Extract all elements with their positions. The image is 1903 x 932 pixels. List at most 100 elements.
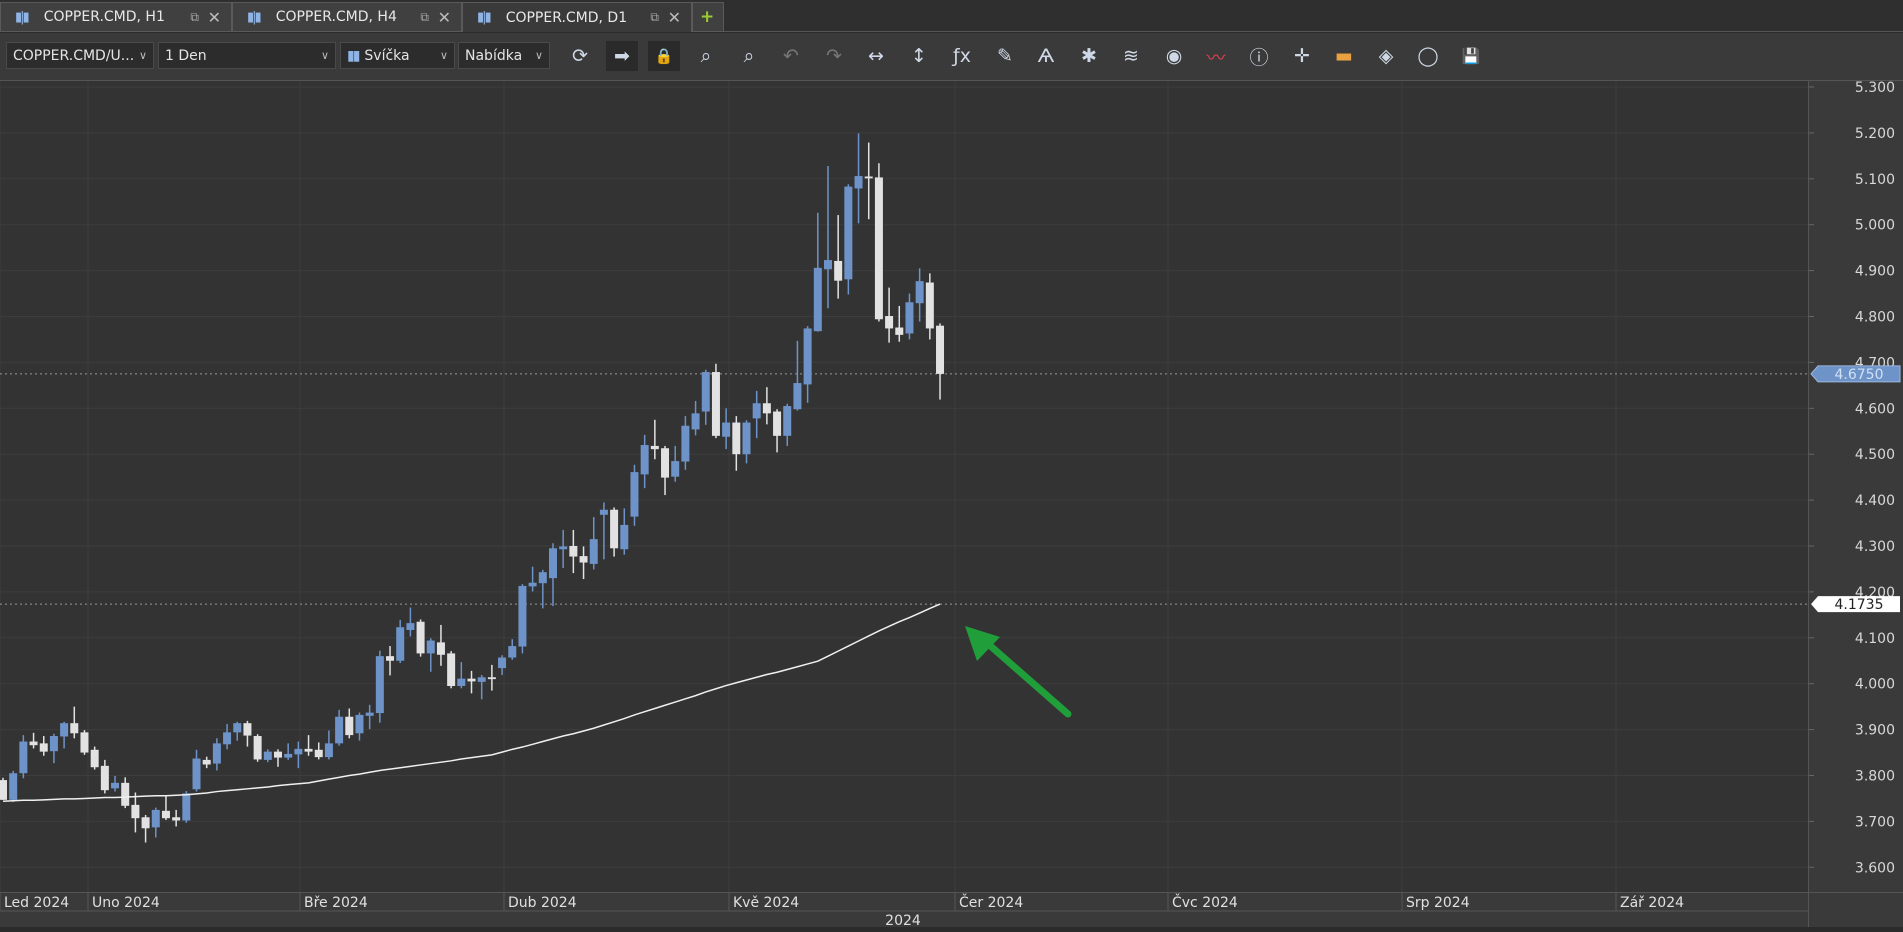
info-icon[interactable]: ⓘ [1243, 41, 1275, 71]
candle [386, 646, 395, 676]
zoom-out-icon[interactable]: ⌕ [733, 41, 765, 71]
candle-body [39, 743, 48, 752]
candle-body [111, 782, 120, 789]
candle [620, 508, 629, 555]
indicators-fx-icon[interactable]: ƒx [946, 41, 978, 71]
period-value: 1 Den [165, 47, 207, 64]
eye-icon[interactable]: ◉ [1158, 41, 1190, 71]
save-icon[interactable]: 💾 [1455, 41, 1487, 71]
candle-body [90, 749, 99, 768]
popout-icon[interactable]: ⧉ [650, 10, 659, 25]
new-chart-tab-button[interactable]: + [692, 2, 724, 32]
candle-body [60, 723, 69, 737]
candle [762, 387, 771, 425]
candle [610, 507, 619, 557]
price-tick-label: 3.600 [1855, 860, 1895, 876]
date-axis[interactable]: Led 2024 Uno 2024 Bře 2024 Dub 2024 Kvě 2024… [0, 892, 1808, 929]
candle-body [793, 383, 802, 410]
candle [151, 807, 160, 838]
instrument-value: COPPER.CMD/U... [13, 47, 135, 64]
candle-body [233, 723, 242, 733]
chevron-down-icon: ∨ [439, 49, 448, 62]
pencil-icon[interactable]: ✎ [989, 41, 1021, 71]
price-side-select[interactable]: Nabídka ∨ [458, 42, 550, 69]
alert-icon[interactable]: 〰 [1200, 41, 1232, 71]
ma-value: 4.1735 [1835, 597, 1884, 613]
compass-icon[interactable]: Ѧ [1030, 41, 1062, 71]
vertical-resize-icon[interactable]: ↕ [903, 41, 935, 71]
candle-body [579, 556, 588, 563]
candle [243, 720, 252, 747]
candle-body [100, 765, 109, 791]
tab-copper-d1[interactable]: ▮|▮ COPPER.CMD, D1 ⧉ ✕ [462, 2, 692, 32]
candle-body [936, 325, 945, 374]
candle [121, 777, 130, 809]
candle-body [141, 817, 150, 829]
tab-copper-h1[interactable]: ▮|▮ COPPER.CMD, H1 ⧉ ✕ [0, 2, 232, 32]
candle [732, 416, 741, 471]
candle [640, 434, 649, 489]
period-select[interactable]: 1 Den ∨ [158, 42, 336, 69]
candle [223, 724, 232, 750]
candle-body [263, 751, 272, 760]
close-icon[interactable]: ✕ [438, 8, 451, 27]
chart-area[interactable] [0, 81, 1808, 892]
close-icon[interactable]: ✕ [668, 8, 681, 27]
candle-body [131, 804, 140, 819]
annotation-arrow-head [965, 626, 1000, 661]
candles-icon: ▮|▮ [15, 9, 30, 25]
crosshair-icon[interactable]: ✛ [1286, 41, 1318, 71]
candle-body [80, 732, 89, 753]
lock-icon[interactable]: 🔒 [648, 41, 680, 71]
refresh-circle-icon[interactable]: ◯ [1412, 41, 1444, 71]
price-tick-label: 5.100 [1855, 172, 1895, 188]
horizontal-resize-icon[interactable]: ↔ [860, 41, 892, 71]
candle-body [813, 267, 822, 332]
candle-body [538, 572, 547, 584]
candle-body [355, 714, 364, 734]
candle [650, 419, 659, 460]
redo-icon[interactable]: ↷ [818, 41, 850, 71]
color-bar-icon[interactable]: ▬ [1328, 41, 1360, 71]
chart-type-select[interactable]: ▮▮ Svíčka ∨ [340, 42, 455, 69]
shift-chart-icon[interactable]: ➡ [606, 41, 638, 71]
paint-bucket-icon[interactable]: ◈ [1370, 41, 1402, 71]
date-tick-label: Dub 2024 [508, 895, 577, 911]
candle [579, 546, 588, 580]
close-icon[interactable]: ✕ [208, 8, 221, 27]
candle-body [457, 678, 466, 686]
candle [416, 619, 425, 657]
candle [90, 746, 99, 770]
date-tick-label: Srp 2024 [1406, 895, 1470, 911]
tab-copper-h4[interactable]: ▮|▮ COPPER.CMD, H4 ⧉ ✕ [232, 2, 462, 32]
candle-body [925, 282, 934, 329]
zoom-in-icon[interactable]: ⌕ [690, 41, 722, 71]
network-icon[interactable]: ✱ [1073, 41, 1105, 71]
undo-icon[interactable]: ↶ [775, 41, 807, 71]
candlestick-chart[interactable] [0, 81, 1808, 892]
price-axis[interactable]: 5.300 5.200 5.100 5.000 4.900 4.800 4.700 4.600… [1808, 80, 1903, 892]
candle-body [589, 539, 598, 564]
popout-icon[interactable]: ⧉ [190, 10, 199, 25]
price-tick-label: 4.500 [1855, 447, 1895, 463]
candle-body [273, 751, 282, 758]
moving-average-line [2, 603, 941, 802]
refresh-icon[interactable]: ⟳ [564, 41, 596, 71]
instrument-select[interactable]: COPPER.CMD/U... ∨ [6, 42, 154, 69]
chevron-down-icon: ∨ [534, 49, 543, 62]
candle-body [508, 646, 517, 658]
price-tick-label: 3.800 [1855, 769, 1895, 785]
price-tick-label: 3.900 [1855, 723, 1895, 739]
layers-icon[interactable]: ≋ [1115, 41, 1147, 71]
candle [304, 735, 313, 756]
popout-icon[interactable]: ⧉ [420, 10, 429, 25]
candle-body [345, 716, 354, 736]
tab-label: COPPER.CMD, H1 [43, 9, 165, 25]
candle [711, 363, 720, 439]
candle [273, 749, 282, 767]
candle-body [243, 723, 252, 736]
candle [681, 416, 690, 470]
candle-body [212, 743, 221, 764]
candle [212, 738, 221, 771]
candle [773, 409, 782, 453]
